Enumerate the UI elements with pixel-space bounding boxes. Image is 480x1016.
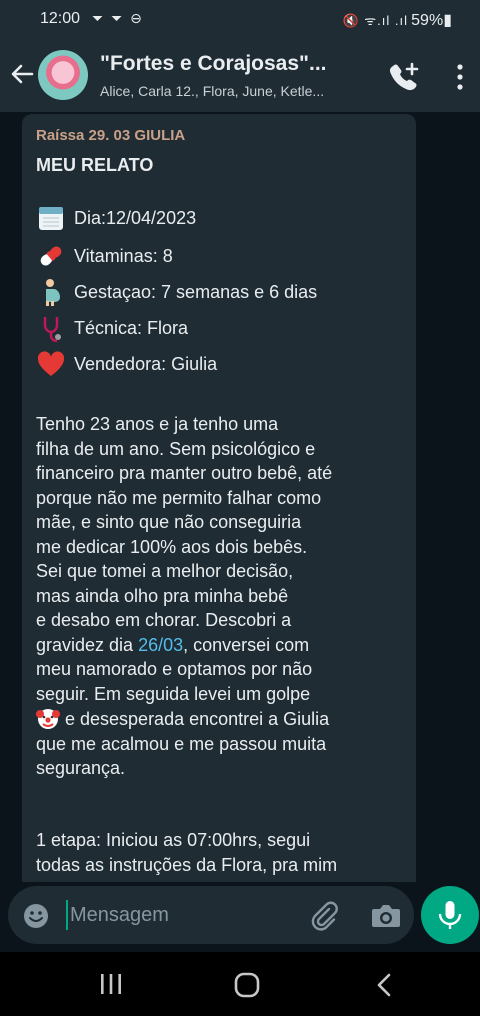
voice-record-button[interactable] [421,886,479,944]
home-icon [234,972,260,998]
info-gestation-text: Gestaçao: 7 semanas e 6 dias [74,281,318,302]
message-bubble[interactable]: Raíssa 29. 03 GIULIA MEU RELATO Dia:12/0… [22,114,416,882]
chat-title[interactable]: "Fortes e Corajosas"... [100,52,380,76]
more-options-button[interactable] [450,62,470,92]
message-paragraph-steps: 1 etapa: Iniciou as 07:00hrs, segui toda… [36,830,338,875]
signal-icons: 🔇 ᯤ.ıl .ıl [342,13,408,28]
camera-icon [372,905,400,927]
smiley-icon [24,904,48,928]
info-row-date: Dia:12/04/2023 [36,203,196,233]
add-call-button[interactable] [388,60,422,92]
home-button[interactable] [234,972,260,998]
message-input-container[interactable] [8,886,414,944]
system-back-button[interactable] [374,972,394,998]
message-input[interactable] [70,900,300,930]
pill-icon [36,241,66,271]
message-title: MEU RELATO [36,155,154,175]
group-avatar[interactable] [38,50,88,100]
stethoscope-icon [36,313,66,343]
recent-apps-button[interactable] [98,972,124,996]
more-vert-icon [457,64,463,90]
message-paragraph-story: Tenho 23 anos e ja tenho uma filha de um… [36,412,408,781]
camera-button[interactable] [370,901,402,931]
info-row-technician: Técnica: Flora [36,313,188,343]
chat-area[interactable]: Raíssa 29. 03 GIULIA MEU RELATO Dia:12/0… [0,112,480,882]
heart-icon [36,349,66,379]
message-sender[interactable]: Raíssa 29. 03 GIULIA [36,127,185,144]
info-row-vitamins: Vitaminas: 8 [36,241,173,271]
text-cursor [66,900,68,930]
battery-indicator: 59%▮ [411,10,452,30]
calendar-icon [36,203,66,233]
microphone-icon [438,901,462,929]
info-row-seller: Vendedora: Giulia [36,349,217,379]
status-time: 12:00 [40,10,81,27]
arrow-left-icon [11,64,34,84]
info-technician-text: Técnica: Flora [74,317,189,338]
emoji-button[interactable] [22,902,50,930]
chat-header: "Fortes e Corajosas"... Alice, Carla 12.… [0,38,480,112]
battery-icon: ▮ [443,12,452,29]
back-button[interactable] [8,60,36,88]
clown-face-icon [36,706,60,730]
chat-members[interactable]: Alice, Carla 12., Flora, June, Ketle... [100,83,372,99]
system-nav-bar [0,952,480,1016]
info-seller-text: Vendedora: Giulia [74,353,218,374]
pregnant-woman-icon [36,277,66,307]
status-bar: 12:00 ⏷ ⏷ ⊖ 🔇 ᯤ.ıl .ıl 59%▮ [0,0,480,38]
paperclip-icon [311,901,338,931]
info-date-text: Dia:12/04/2023 [74,207,197,228]
info-row-gestation: Gestaçao: 7 semanas e 6 dias [36,277,317,307]
chevron-left-icon [377,973,391,997]
notification-icons: ⏷ ⏷ ⊖ [92,10,144,26]
story-text-part1: Tenho 23 anos e ja tenho uma filha de um… [36,414,333,655]
date-link[interactable]: 26/03 [138,635,183,655]
battery-percent: 59% [411,12,444,29]
story-text-part3: e desesperada encontrei a Giulia que me … [36,709,330,778]
attach-button[interactable] [308,900,340,932]
compose-bar [0,882,480,952]
phone-plus-icon [389,62,419,91]
recent-apps-icon [101,974,121,994]
info-vitamins-text: Vitaminas: 8 [74,245,173,266]
